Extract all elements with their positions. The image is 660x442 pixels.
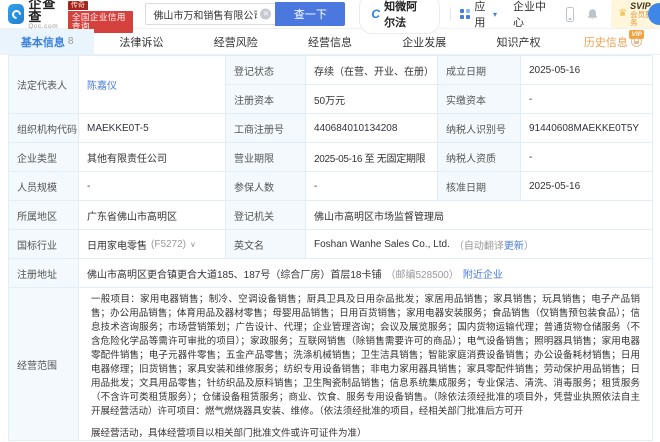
address-text: 佛山市高明区更合镇更合大道185、187号（综合厂房）首层18卡铺 [87, 269, 382, 281]
establish-date-label: 成立日期 [438, 56, 521, 85]
scope-label: 经营范围 [9, 288, 79, 441]
reg-capital-label: 注册资本 [226, 85, 306, 114]
logo-text: 企查查 Qcc.com [28, 0, 62, 31]
taxpayer-id-value: 91440608MAEKKE0T5Y [521, 114, 653, 143]
approval-date-label: 核准日期 [438, 172, 521, 201]
paid-capital-label: 实缴资本 [438, 85, 521, 114]
industry-label: 国标行业 [9, 230, 79, 259]
notification-bell-icon[interactable] [586, 8, 599, 21]
zhiwei-label: 知微阿尔法 [384, 1, 418, 29]
biz-reg-no-label: 工商注册号 [226, 114, 306, 143]
tab-operation-risk[interactable]: 经营风险 [189, 29, 283, 54]
industry-expand-icon[interactable]: ∨ [190, 240, 196, 249]
reg-status-value: 存续（在营、开业、在册） [306, 56, 438, 85]
en-name-text: Foshan Wanhe Sales Co., Ltd. [314, 238, 450, 250]
legal-rep-value: 陈嘉仪 [79, 56, 226, 114]
scope-text-part2: 展经营活动，具体经营项目以相关部门批准文件或许可证件为准） [91, 428, 367, 439]
tab-count: 8 [67, 36, 74, 47]
en-name-value: Foshan Wanhe Sales Co., Ltd. （自动翻译 更新 ） [306, 230, 653, 259]
tab-operation-info[interactable]: 经营信息 [283, 29, 377, 54]
en-name-update-link[interactable]: 更新 [504, 237, 524, 252]
tab-legal-litigation[interactable]: 法律诉讼 [94, 29, 188, 54]
reg-authority-value: 佛山市高明区市场监督管理局 [306, 201, 653, 230]
zhiwei-logo-icon: C [371, 7, 381, 21]
enterprise-center-link[interactable]: 企业中心 [513, 0, 550, 30]
apps-menu[interactable]: 应用 ▾ [460, 0, 497, 30]
address-value: 佛山市高明区更合镇更合大道185、187号（综合厂房）首层18卡铺 （邮编528… [79, 259, 653, 288]
tab-label: 法律诉讼 [119, 36, 164, 49]
insured-count-value: - [306, 172, 438, 201]
region-value: 广东省佛山市高明区 [79, 201, 226, 230]
company-info-table: 法定代表人 陈嘉仪 登记状态 存续（在营、开业、在册） 成立日期 2025-05… [8, 55, 653, 441]
reg-authority-label: 登记机关 [226, 201, 306, 230]
industry-name: 日用家电零售 [87, 240, 147, 252]
staff-size-value: - [79, 172, 226, 201]
clear-icon[interactable]: × [260, 8, 272, 20]
taxpayer-id-label: 纳税人识别号 [438, 114, 521, 143]
paid-capital-value: - [521, 85, 653, 114]
en-name-note-prefix: （自动翻译 [453, 240, 504, 252]
scope-text-part1: 一般项目：家用电器销售；制冷、空调设备销售；厨具卫具及日用杂品批发；家居用品销售… [91, 294, 640, 417]
qcc-logo-icon [8, 4, 25, 24]
insured-count-label: 参保人数 [226, 172, 306, 201]
approval-date-value: 2025-05-16 [521, 172, 653, 201]
tab-intellectual-property[interactable]: 知识产权 [471, 29, 565, 54]
search-input[interactable] [145, 3, 276, 25]
mobile-app-icon[interactable] [565, 6, 575, 22]
chevron-down-icon: ▾ [492, 9, 497, 19]
biz-term-label: 营业期限 [226, 143, 306, 172]
reg-capital-value: 50万元 [306, 85, 438, 114]
address-zip: （邮编528500） [385, 269, 459, 281]
logo-title: 企查查 [28, 0, 57, 25]
tab-basic-info[interactable]: 基本信息 8 [0, 29, 95, 54]
legal-rep-label: 法定代表人 [9, 56, 79, 114]
apps-label: 应用 [474, 1, 486, 29]
apps-grid-icon [460, 9, 471, 19]
tab-bar: 基本信息 8 法律诉讼 经营风险 经营信息 企业发展 知识产权 历史信息 VIP [0, 29, 660, 55]
industry-value: 日用家电零售 (F5272) ∨ [79, 230, 226, 259]
top-header: 企查查 Qcc.com 传奇 全国企业信用查询 × 查一下 C 知微阿尔法 应用… [0, 0, 660, 34]
tab-history-info[interactable]: 历史信息 VIP [566, 29, 660, 54]
tab-label: 历史信息 [583, 36, 628, 49]
nearby-companies-link[interactable]: 附近企业 [463, 266, 503, 281]
staff-size-label: 人员规模 [9, 172, 79, 201]
org-code-label: 组织机构代码 [9, 114, 79, 143]
company-type-label: 企业类型 [9, 143, 79, 172]
legal-rep-link[interactable]: 陈嘉仪 [87, 77, 117, 92]
taxpayer-quality-value: - [521, 143, 653, 172]
company-type-value: 其他有限责任公司 [79, 143, 226, 172]
tab-label: 企业发展 [402, 36, 447, 49]
logo-tag: 传奇 [67, 1, 88, 10]
scope-value: 一般项目：家用电器销售；制冷、空调设备销售；厨具卫具及日用杂品批发；家居用品销售… [79, 288, 653, 441]
taxpayer-quality-label: 纳税人资质 [438, 143, 521, 172]
org-code-value: MAEKKE0T-5 [79, 114, 226, 143]
tab-company-development[interactable]: 企业发展 [377, 29, 471, 54]
en-name-note-suffix: ） [523, 240, 534, 252]
crown-icon: ♛ [618, 8, 628, 19]
industry-code: (F5272) [151, 238, 187, 250]
biz-reg-no-value: 440684010134208 [306, 114, 438, 143]
establish-date-value: 2025-05-16 [521, 56, 653, 85]
divider [449, 7, 451, 21]
biz-term-value: 2025-05-16 至 无固定期限 [306, 143, 438, 172]
region-label: 所属地区 [9, 201, 79, 230]
en-name-label: 英文名 [226, 230, 306, 259]
tab-label: 经营风险 [213, 36, 258, 49]
tab-label: 基本信息 [20, 36, 65, 49]
tab-label: 知识产权 [496, 36, 541, 49]
search-bar: × 查一下 [145, 2, 346, 26]
tab-label: 经营信息 [307, 36, 352, 49]
search-button[interactable]: 查一下 [275, 2, 346, 26]
reg-status-label: 登记状态 [226, 56, 306, 85]
address-label: 注册地址 [9, 259, 79, 288]
